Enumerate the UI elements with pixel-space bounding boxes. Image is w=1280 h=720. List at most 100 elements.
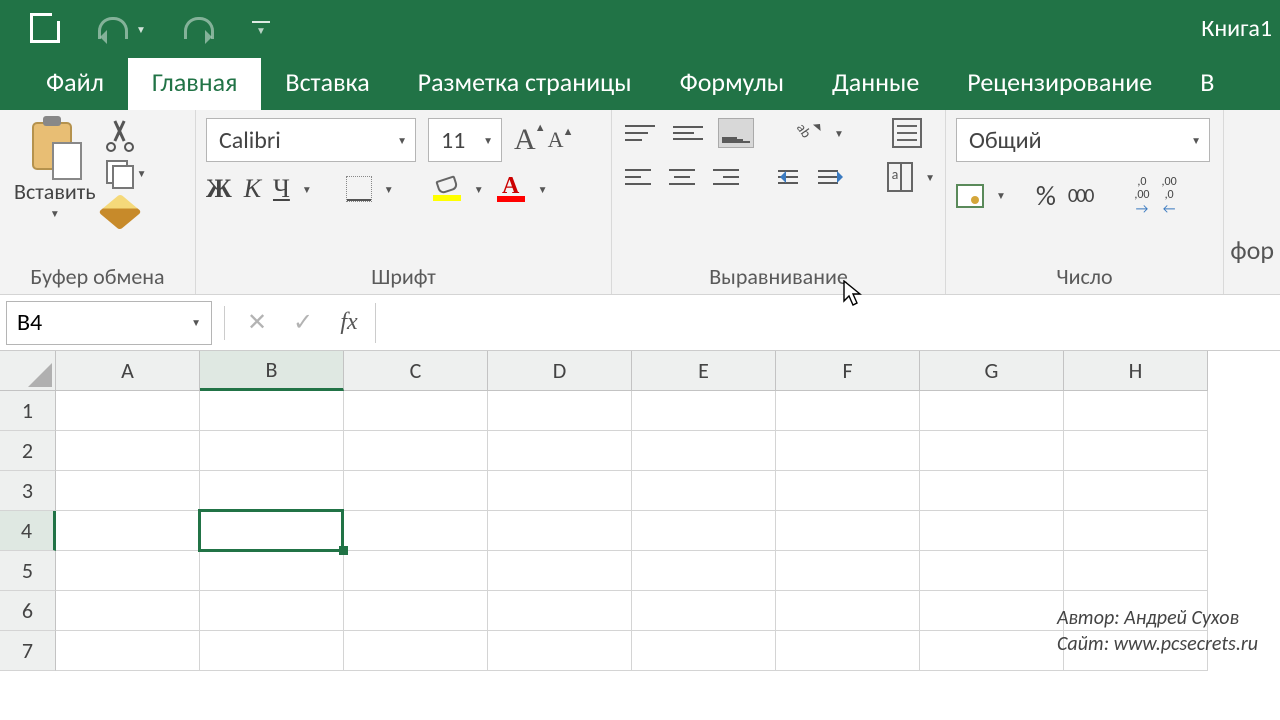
cell[interactable]	[920, 631, 1064, 671]
cell[interactable]	[488, 431, 632, 471]
row-header[interactable]: 5	[0, 551, 56, 591]
name-box[interactable]: B4 ▼	[6, 301, 212, 345]
font-color-button[interactable]: A	[496, 177, 526, 202]
format-painter-icon[interactable]	[98, 194, 141, 230]
cell[interactable]	[344, 431, 488, 471]
cell[interactable]	[56, 631, 200, 671]
cell[interactable]	[344, 511, 488, 551]
tab-insert[interactable]: Вставка	[261, 58, 393, 110]
cell[interactable]	[344, 591, 488, 631]
cell[interactable]	[1064, 431, 1208, 471]
cell[interactable]	[632, 631, 776, 671]
align-center-icon[interactable]	[666, 162, 698, 192]
align-left-icon[interactable]	[622, 162, 654, 192]
cancel-formula-icon[interactable]: ✕	[237, 305, 277, 341]
cell[interactable]	[56, 591, 200, 631]
row-header[interactable]: 4	[0, 511, 56, 551]
font-color-dropdown-icon[interactable]: ▼	[538, 183, 548, 196]
row-header[interactable]: 2	[0, 431, 56, 471]
cell[interactable]	[200, 511, 344, 551]
merge-dropdown-icon[interactable]: ▼	[925, 171, 935, 184]
accounting-format-icon[interactable]	[956, 184, 984, 208]
row-header[interactable]: 6	[0, 591, 56, 631]
select-all-corner[interactable]	[0, 351, 56, 391]
cell[interactable]	[200, 471, 344, 511]
cell[interactable]	[632, 391, 776, 431]
grow-font-icon[interactable]: A▲	[514, 123, 536, 157]
cell[interactable]	[200, 391, 344, 431]
increase-decimal-icon[interactable]: ,0,00→	[1134, 176, 1149, 215]
cell[interactable]	[56, 431, 200, 471]
column-header[interactable]: H	[1064, 351, 1208, 391]
copy-button[interactable]: ▼	[106, 160, 147, 186]
cell[interactable]	[632, 551, 776, 591]
cell[interactable]	[56, 511, 200, 551]
customize-qat-icon[interactable]: ▼	[252, 21, 270, 34]
font-size-combo[interactable]: 11▼	[428, 118, 502, 162]
decrease-decimal-icon[interactable]: ,00,0←	[1162, 176, 1177, 215]
insert-function-button[interactable]: fx	[329, 305, 369, 341]
cell[interactable]	[488, 511, 632, 551]
align-middle-icon[interactable]	[670, 118, 706, 148]
cell[interactable]	[920, 391, 1064, 431]
underline-button[interactable]: Ч	[273, 174, 290, 204]
tab-file[interactable]: Файл	[22, 58, 128, 110]
cell[interactable]	[776, 471, 920, 511]
cell[interactable]	[776, 591, 920, 631]
tab-view-cut[interactable]: В	[1176, 58, 1220, 110]
copy-dropdown-icon[interactable]: ▼	[137, 167, 147, 180]
cell[interactable]	[488, 391, 632, 431]
decrease-indent-icon[interactable]	[778, 164, 806, 190]
cell[interactable]	[200, 431, 344, 471]
shrink-font-icon[interactable]: A▲	[548, 127, 564, 153]
cell[interactable]	[920, 551, 1064, 591]
bold-button[interactable]: Ж	[206, 174, 232, 204]
row-header[interactable]: 7	[0, 631, 56, 671]
save-icon[interactable]	[30, 13, 60, 43]
tab-formulas[interactable]: Формулы	[656, 58, 808, 110]
row-header[interactable]: 3	[0, 471, 56, 511]
align-right-icon[interactable]	[710, 162, 742, 192]
tab-page-layout[interactable]: Разметка страницы	[394, 58, 656, 110]
align-bottom-icon[interactable]	[718, 118, 754, 148]
cell[interactable]	[344, 551, 488, 591]
merge-cells-icon[interactable]	[887, 162, 913, 192]
orientation-dropdown-icon[interactable]: ▼	[834, 127, 844, 140]
cell[interactable]	[776, 631, 920, 671]
fill-dropdown-icon[interactable]: ▼	[474, 183, 484, 196]
cell[interactable]	[488, 631, 632, 671]
borders-icon[interactable]	[346, 176, 372, 202]
cell[interactable]	[632, 471, 776, 511]
tab-data[interactable]: Данные	[808, 58, 943, 110]
cell-area[interactable]	[56, 391, 1208, 671]
cell[interactable]	[1064, 511, 1208, 551]
undo-button[interactable]: ▼	[98, 17, 146, 39]
paste-button[interactable]: Вставить ▼	[10, 118, 100, 259]
align-top-icon[interactable]	[622, 118, 658, 148]
cell[interactable]	[920, 471, 1064, 511]
cell[interactable]	[56, 471, 200, 511]
formula-bar[interactable]	[375, 303, 1274, 343]
redo-icon[interactable]	[184, 17, 214, 39]
increase-indent-icon[interactable]	[818, 164, 846, 190]
cell[interactable]	[632, 431, 776, 471]
cell[interactable]	[200, 591, 344, 631]
wrap-text-icon[interactable]	[892, 118, 922, 148]
tab-review[interactable]: Рецензирование	[943, 58, 1176, 110]
column-header[interactable]: D	[488, 351, 632, 391]
cell[interactable]	[632, 591, 776, 631]
cell[interactable]	[488, 551, 632, 591]
cell[interactable]	[920, 511, 1064, 551]
italic-button[interactable]: К	[244, 174, 261, 204]
percent-format-button[interactable]: %	[1036, 178, 1056, 213]
number-format-combo[interactable]: Общий▼	[956, 118, 1210, 162]
cell[interactable]	[56, 391, 200, 431]
borders-dropdown-icon[interactable]: ▼	[384, 183, 394, 196]
cell[interactable]	[488, 471, 632, 511]
fill-color-button[interactable]	[432, 178, 462, 201]
paste-dropdown-icon[interactable]: ▼	[50, 207, 60, 220]
cell[interactable]	[344, 631, 488, 671]
cell[interactable]	[344, 471, 488, 511]
cell[interactable]	[920, 591, 1064, 631]
column-header[interactable]: G	[920, 351, 1064, 391]
